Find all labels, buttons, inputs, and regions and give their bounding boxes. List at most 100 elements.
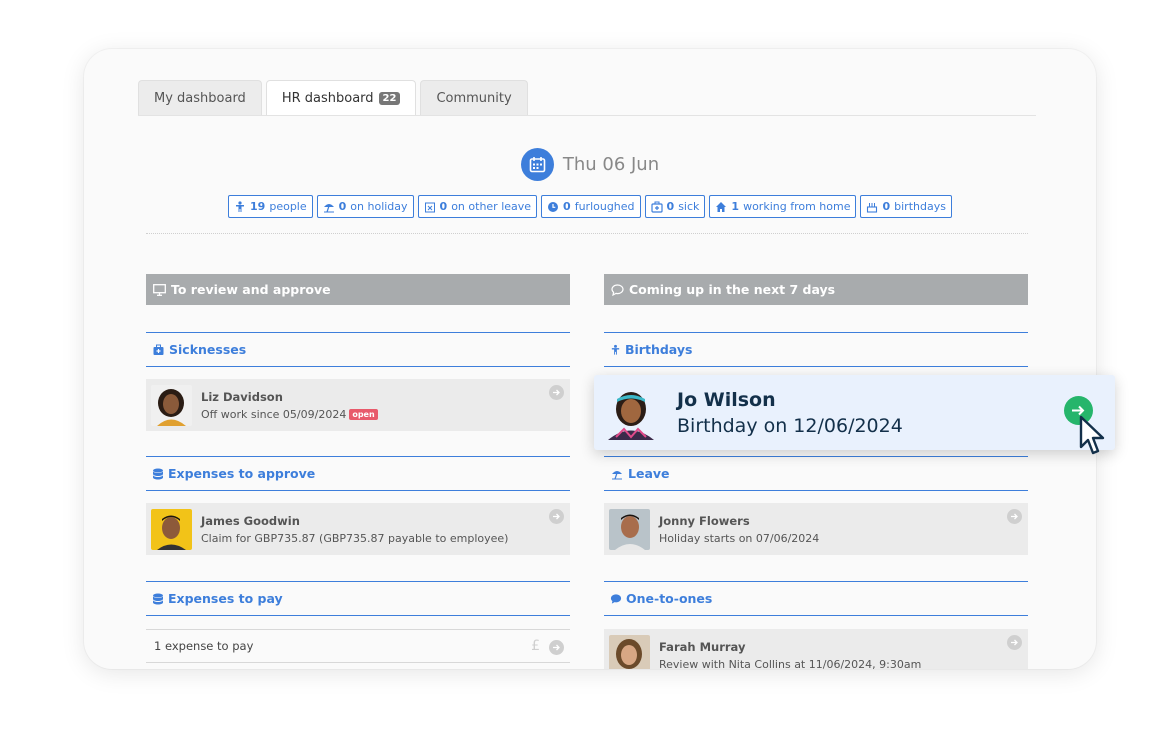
upcoming-panel: Coming up in the next 7 days Birthdays L…	[604, 274, 1028, 669]
clock-icon	[548, 201, 559, 212]
stat-value: 0	[666, 200, 675, 213]
stat-people[interactable]: 19 people	[228, 195, 313, 218]
avatar	[609, 508, 650, 550]
avatar	[151, 384, 192, 426]
stat-label: on other leave	[451, 200, 532, 213]
home-icon	[716, 201, 727, 212]
stat-working-from-home[interactable]: 1 working from home	[709, 195, 857, 218]
panel-title: To review and approve	[171, 282, 331, 297]
employee-name: Jonny Flowers	[659, 513, 750, 528]
tab-bar: My dashboard HR dashboard 22 Community	[138, 80, 528, 116]
item-detail: Off work since 05/09/2024 open	[201, 408, 378, 421]
avatar	[604, 385, 659, 440]
stat-label: people	[269, 200, 307, 213]
tab-label: Community	[436, 90, 512, 106]
item-detail: Claim for GBP735.87 (GBP735.87 payable t…	[201, 531, 509, 545]
person-icon	[236, 200, 245, 212]
employee-name: Farah Murray	[659, 639, 746, 654]
person-icon	[611, 344, 620, 355]
list-item[interactable]: Jonny Flowers Holiday starts on 07/06/20…	[604, 503, 1028, 555]
cake-icon	[867, 202, 878, 213]
umbrella-icon	[323, 203, 334, 212]
database-icon	[153, 468, 163, 479]
count-badge: 22	[378, 92, 401, 105]
tab-community[interactable]: Community	[420, 80, 528, 115]
list-item[interactable]: Liz Davidson Off work since 05/09/2024 op…	[146, 379, 570, 431]
stat-value: 0	[439, 200, 448, 213]
stat-other-leave[interactable]: 0 on other leave	[417, 195, 538, 218]
chat-bubble-icon	[611, 283, 624, 296]
arrow-right-icon[interactable]	[549, 640, 564, 655]
medical-bag-icon	[650, 201, 663, 213]
calendar-x-icon	[424, 202, 435, 212]
section-label: Expenses to approve	[168, 466, 316, 481]
tab-label: HR dashboard	[281, 91, 374, 106]
employee-name: Liz Davidson	[201, 389, 283, 404]
stat-birthdays[interactable]: 0 birthdays	[860, 195, 952, 218]
stat-value: 1	[731, 200, 740, 213]
arrow-right-icon[interactable]	[549, 509, 564, 524]
panel-title: Coming up in the next 7 days	[629, 282, 836, 297]
panel-header: Coming up in the next 7 days	[604, 274, 1028, 305]
section-one-to-ones[interactable]: One-to-ones	[604, 581, 1028, 616]
section-label: One-to-ones	[626, 591, 713, 606]
stat-on-holiday[interactable]: 0 on holiday	[316, 195, 414, 218]
tab-hr-dashboard[interactable]: HR dashboard 22	[265, 80, 417, 116]
section-label: Expenses to pay	[168, 591, 283, 606]
list-item[interactable]: Farah Murray Review with Nita Collins at…	[604, 629, 1028, 669]
stat-label: furloughed	[574, 200, 635, 213]
section-birthdays[interactable]: Birthdays	[604, 332, 1028, 367]
monitor-icon	[153, 283, 166, 296]
status-badge: open	[349, 409, 378, 420]
stat-label: on holiday	[350, 200, 408, 213]
section-expenses-pay[interactable]: Expenses to pay	[146, 581, 570, 616]
arrow-right-icon[interactable]	[549, 385, 564, 400]
section-sicknesses[interactable]: Sicknesses	[146, 332, 570, 367]
avatar	[609, 634, 650, 669]
review-approve-panel: To review and approve Sicknesses Liz Dav…	[146, 274, 570, 663]
detail-text: Off work since 05/09/2024	[201, 407, 347, 421]
employee-name: James Goodwin	[201, 513, 300, 528]
medical-bag-icon	[153, 344, 164, 355]
birthday-date: Birthday on 12/06/2024	[677, 414, 903, 437]
arrow-right-icon[interactable]	[1007, 635, 1022, 650]
stat-value: 0	[882, 200, 891, 213]
item-detail: Holiday starts on 07/06/2024	[659, 531, 820, 545]
tab-divider	[138, 115, 1036, 116]
tab-my-dashboard[interactable]: My dashboard	[138, 80, 262, 115]
stat-label: working from home	[743, 200, 851, 213]
umbrella-icon	[612, 470, 622, 479]
expenses-to-pay-row[interactable]: 1 expense to pay £	[146, 629, 570, 663]
section-label: Leave	[628, 466, 670, 481]
current-date: Thu 06 Jun	[562, 154, 660, 175]
section-label: Birthdays	[625, 342, 693, 357]
employee-name: Jo Wilson	[677, 388, 776, 411]
avatar	[151, 508, 192, 550]
item-detail: Review with Nita Collins at 11/06/2024, …	[659, 657, 922, 670]
chat-bubble-icon	[610, 593, 622, 604]
section-label: Sicknesses	[169, 342, 247, 357]
section-leave[interactable]: Leave	[604, 456, 1028, 491]
arrow-right-icon[interactable]	[1007, 509, 1022, 524]
stat-label: sick	[678, 200, 700, 213]
tab-label: My dashboard	[154, 90, 246, 106]
divider	[146, 233, 1028, 234]
stat-label: birthdays	[894, 200, 946, 213]
list-item[interactable]: James Goodwin Claim for GBP735.87 (GBP73…	[146, 503, 570, 555]
database-icon	[153, 593, 163, 604]
pound-icon: £	[531, 638, 540, 654]
stat-sick[interactable]: 0 sick	[644, 195, 706, 218]
stat-value: 0	[563, 200, 571, 213]
calendar-icon	[520, 148, 554, 181]
mouse-pointer-icon	[1079, 415, 1105, 455]
date-heading: Thu 06 Jun	[84, 148, 1096, 181]
stats-bar: 19 people 0 on holiday 0 on other leave 0 fu…	[84, 195, 1096, 218]
birthday-highlight-card[interactable]: Jo Wilson Birthday on 12/06/2024	[594, 375, 1115, 450]
panel-header: To review and approve	[146, 274, 570, 305]
stat-value: 0	[338, 200, 347, 213]
stat-value: 19	[250, 200, 266, 213]
item-text: 1 expense to pay	[154, 639, 254, 653]
stat-furloughed[interactable]: 0 furloughed	[541, 195, 641, 218]
section-expenses-approve[interactable]: Expenses to approve	[146, 456, 570, 491]
dashboard-card: My dashboard HR dashboard 22 Community Th…	[84, 49, 1096, 669]
